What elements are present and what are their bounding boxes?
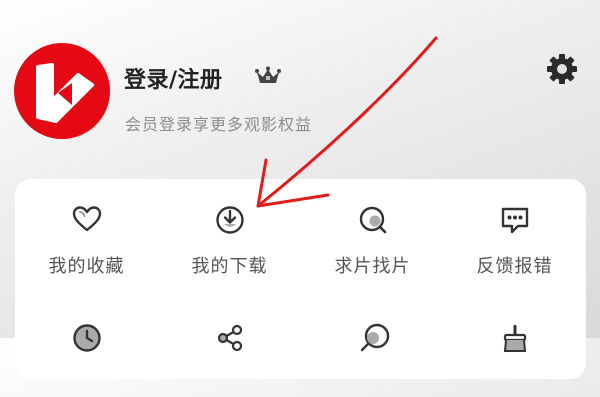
download-icon xyxy=(216,206,244,234)
share-icon xyxy=(217,324,243,352)
menu-item-label: 我的收藏 xyxy=(48,256,125,277)
member-benefit-subtitle: 会员登录享更多观影权益 xyxy=(125,115,313,134)
menu-item-feedback[interactable]: 反馈报错 xyxy=(443,179,586,279)
menu-item-request-film[interactable]: 求片找片 xyxy=(301,179,444,279)
search-film-icon xyxy=(359,206,387,234)
menu-item-history[interactable] xyxy=(15,297,158,397)
menu-item-messages[interactable] xyxy=(301,297,444,397)
app-logo-avatar[interactable] xyxy=(14,43,110,139)
broom-icon xyxy=(503,325,527,352)
menu-item-label: 反馈报错 xyxy=(476,256,553,277)
history-icon xyxy=(73,324,101,352)
menu-item-clean[interactable] xyxy=(443,297,586,397)
heart-icon xyxy=(72,206,102,232)
menu-item-share[interactable] xyxy=(158,297,301,397)
login-register-link[interactable]: 登录/注册 xyxy=(124,62,223,94)
chat-bubble-icon xyxy=(360,323,390,352)
vip-crown-icon xyxy=(255,66,281,83)
feedback-icon xyxy=(501,207,529,234)
play-logo-icon xyxy=(36,63,94,123)
gear-icon[interactable] xyxy=(545,52,579,86)
menu-item-label: 求片找片 xyxy=(334,256,411,277)
menu-panel: 我的收藏 我的下载 求片找片 反馈报错 xyxy=(15,179,586,379)
menu-item-label: 我的下载 xyxy=(191,256,268,277)
menu-item-favorites[interactable]: 我的收藏 xyxy=(15,179,158,279)
menu-item-downloads[interactable]: 我的下载 xyxy=(158,179,301,279)
